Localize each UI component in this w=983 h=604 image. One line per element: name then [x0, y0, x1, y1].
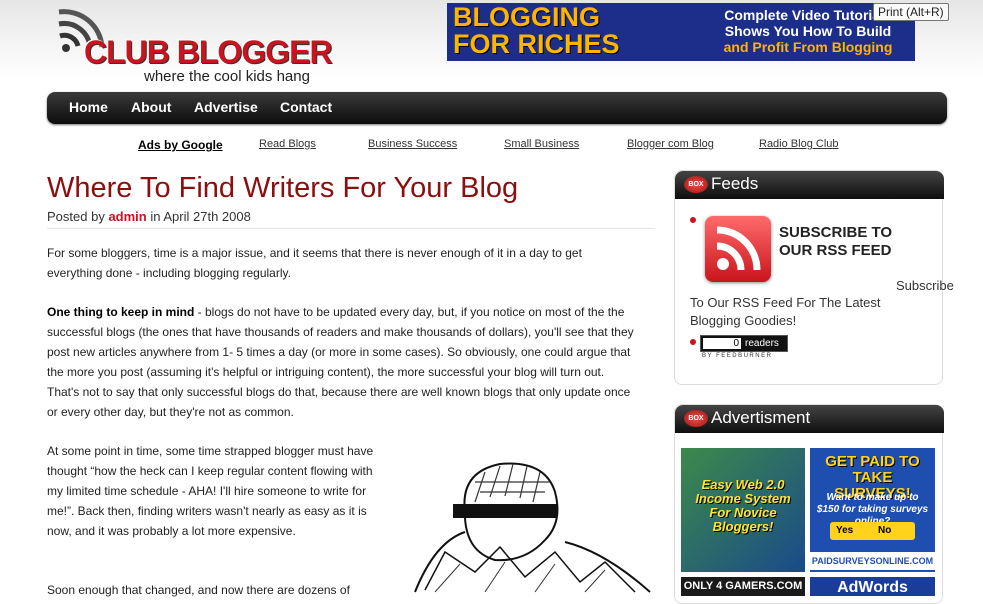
ad-only-4-gamers[interactable]: ONLY 4 GAMERS.COM	[681, 577, 805, 596]
nav-contact[interactable]: Contact	[280, 99, 332, 115]
ad-paid-surveys[interactable]: GET PAID TO TAKE SURVEYS! Want to make u…	[810, 448, 935, 572]
bullet-icon	[690, 339, 696, 345]
logo-title: CLUB BLOGGER	[84, 34, 333, 70]
ad-link-business-success[interactable]: Business Success	[368, 138, 457, 150]
ad-surveys-options: Yes No	[830, 522, 915, 540]
banner-promo-3: and Profit From Blogging	[723, 39, 893, 55]
banner-line-2: FOR RICHES	[453, 29, 620, 59]
reader-sketch-illustration	[414, 462, 651, 593]
ads-by-google-link[interactable]: Ads by Google	[138, 138, 223, 152]
nav-about[interactable]: About	[131, 99, 171, 115]
nav-home[interactable]: Home	[69, 99, 108, 115]
ad-surveys-yes: Yes	[836, 525, 854, 536]
post-paragraph-2-lead: One thing to keep in mind	[47, 305, 195, 319]
ad-surveys-no: No	[878, 525, 892, 536]
ad-surveys-url: PAIDSURVEYSONLINE.COM	[810, 552, 935, 570]
subscribe-description: To Our RSS Feed For The Latest Blogging …	[690, 295, 881, 328]
feedburner-counter[interactable]: 0 readers	[700, 335, 788, 352]
post-title[interactable]: Where To Find Writers For Your Blog	[47, 172, 518, 205]
banner-promo-2: Shows You How To Build	[724, 23, 892, 39]
rss-feed-icon[interactable]	[705, 216, 771, 282]
box-badge-icon: BOX	[684, 176, 708, 193]
ad-link-radio-blog-club[interactable]: Radio Blog Club	[759, 138, 839, 150]
post-paragraph-4: Soon enough that changed, and now there …	[47, 583, 350, 597]
post-author-link[interactable]: admin	[108, 209, 146, 224]
advertisment-box-title: Advertisment	[711, 408, 811, 427]
feedburner-credit: BY FEEDBURNER	[702, 353, 773, 359]
ad-easy-web-income[interactable]: Easy Web 2.0 Income System For Novice Bl…	[681, 448, 805, 572]
ad-adwords[interactable]: AdWords	[810, 577, 935, 596]
post-paragraph-2-body: - blogs do not have to be updated every …	[47, 305, 634, 419]
reader-count: 0	[703, 338, 741, 349]
nav-advertise[interactable]: Advertise	[194, 99, 258, 115]
blogging-for-riches-banner[interactable]: BLOGGING FOR RICHES Complete Video Tutor…	[447, 3, 915, 61]
feeds-box-header: BOX Feeds	[675, 171, 944, 199]
site-logo[interactable]: CLUB BLOGGER where the cool kids hang	[56, 8, 346, 88]
banner-line-1: BLOGGING	[453, 3, 600, 32]
subscribe-heading-line-1: SUBSCRIBE TO	[779, 224, 893, 241]
subscribe-heading: SUBSCRIBE TO OUR RSS FEED	[779, 224, 892, 260]
readers-label: readers	[745, 338, 779, 349]
title-divider	[47, 228, 655, 229]
advertisment-box-header: BOX Advertisment	[675, 405, 944, 433]
ad-link-read-blogs[interactable]: Read Blogs	[259, 138, 316, 150]
post-paragraph-1: For some bloggers, time is a major issue…	[47, 246, 582, 280]
post-paragraph-2: One thing to keep in mind - blogs do not…	[47, 302, 639, 422]
bullet-icon	[690, 217, 696, 223]
box-badge-icon: BOX	[684, 410, 708, 427]
print-tooltip: Print (Alt+R)	[873, 3, 949, 21]
feeds-box-title: Feeds	[711, 174, 759, 193]
subscribe-link[interactable]: Subscribe	[896, 278, 954, 293]
post-byline: Posted by admin in April 27th 2008	[47, 209, 251, 224]
post-paragraph-3: At some point in time, some time strappe…	[47, 444, 374, 538]
ad-link-small-business[interactable]: Small Business	[504, 138, 579, 150]
main-nav: Home About Advertise Contact	[47, 92, 947, 124]
posted-by-label: Posted by	[47, 209, 105, 224]
ad-easy-web-text: Easy Web 2.0 Income System For Novice Bl…	[695, 477, 791, 534]
subscribe-heading-line-2: OUR RSS FEED	[779, 242, 892, 259]
ad-link-blogger-com-blog[interactable]: Blogger com Blog	[627, 138, 714, 150]
post-date: in April 27th 2008	[150, 209, 251, 224]
logo-tagline: where the cool kids hang	[144, 68, 310, 85]
